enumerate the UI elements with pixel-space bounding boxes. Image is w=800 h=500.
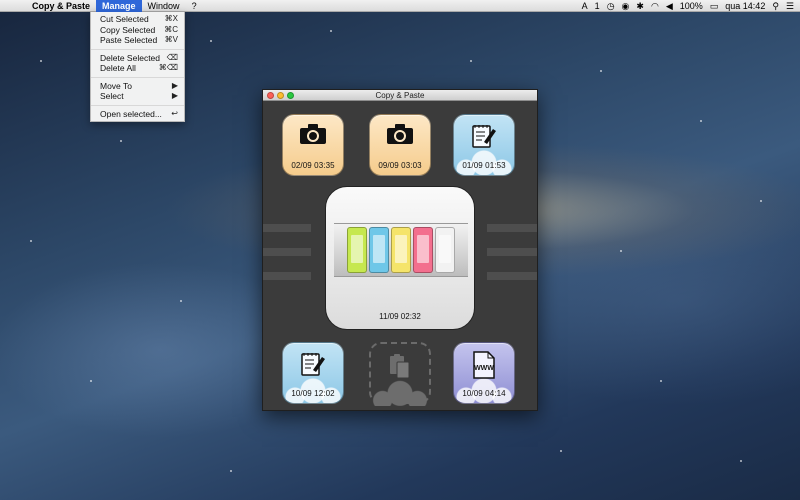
cloud-icon	[454, 145, 514, 175]
clip-timestamp: 09/09 03:03	[378, 161, 422, 170]
clip-tile-note[interactable]: 10/09 12:02	[282, 342, 344, 404]
menu-item-move-to[interactable]: Move To ▶	[91, 81, 184, 92]
right-stripe	[487, 272, 537, 280]
menu-separator	[91, 104, 184, 106]
volume-icon[interactable]: ◀	[666, 0, 673, 12]
www-badge: WWW	[474, 365, 494, 372]
clip-timestamp: 01/09 01:53	[462, 161, 506, 170]
input-source-icon[interactable]: A	[582, 0, 588, 12]
menu-item-delete-all[interactable]: Delete All ⌘⌫	[91, 63, 184, 74]
window-titlebar[interactable]: Copy & Paste	[263, 90, 537, 101]
menu-help[interactable]: ?	[186, 0, 203, 12]
menu-separator	[91, 48, 184, 50]
clipboard-icon	[390, 354, 410, 379]
display-number[interactable]: 1	[595, 0, 600, 12]
manage-menu-dropdown: Cut Selected ⌘X Copy Selected ⌘C Paste Sel…	[90, 12, 185, 122]
left-stripe	[263, 224, 311, 232]
close-button[interactable]	[267, 92, 274, 99]
battery-text[interactable]: 100%	[680, 0, 703, 12]
spotlight-icon[interactable]: ⚲	[772, 0, 779, 12]
window-title: Copy & Paste	[375, 91, 425, 100]
featured-clip-image[interactable]: 11/09 02:32	[325, 186, 475, 330]
clip-tile-photo[interactable]: 02/09 03:35	[282, 114, 344, 176]
note-pencil-icon	[472, 125, 496, 148]
wifi-icon[interactable]: ◠	[651, 0, 659, 12]
menu-item-delete-selected[interactable]: Delete Selected ⌫	[91, 53, 184, 64]
minimize-button[interactable]	[277, 92, 284, 99]
paste-drop-zone[interactable]	[369, 342, 431, 406]
time-machine-icon[interactable]: ◷	[607, 0, 615, 12]
clock[interactable]: qua 14:42	[725, 0, 765, 12]
phone-image	[391, 227, 411, 273]
menu-item-cut-selected[interactable]: Cut Selected ⌘X	[91, 14, 184, 25]
clip-timestamp: 02/09 03:35	[291, 161, 335, 170]
left-stripe	[263, 272, 311, 280]
clip-timestamp: 10/09 04:14	[462, 389, 506, 398]
note-pencil-icon	[301, 353, 325, 376]
zoom-button[interactable]	[287, 92, 294, 99]
clip-tile-note[interactable]: 01/09 01:53	[453, 114, 515, 176]
phone-image	[435, 227, 455, 273]
clip-tile-photo[interactable]: 09/09 03:03	[369, 114, 431, 176]
menu-app-name[interactable]: Copy & Paste	[26, 0, 96, 12]
menu-bar: Copy & Paste Manage Window ? A 1 ◷ ◉ ✱ ◠…	[0, 0, 800, 12]
clip-timestamp: 10/09 12:02	[291, 389, 335, 398]
phone-image	[347, 227, 367, 273]
clip-tile-web[interactable]: WWW 10/09 04:14	[453, 342, 515, 404]
iphone-photo-thumbnail	[334, 223, 468, 277]
menu-window[interactable]: Window	[142, 0, 186, 12]
cloud-icon	[283, 373, 343, 403]
battery-icon[interactable]: ▭	[710, 0, 719, 12]
clip-grid: 02/09 03:35 09/09 03:03 01/09 01:53 11/0…	[263, 102, 537, 410]
cloud-icon	[371, 378, 429, 406]
notification-center-icon[interactable]: ☰	[786, 0, 794, 12]
menu-separator	[91, 76, 184, 78]
bluetooth-icon[interactable]: ✱	[636, 0, 644, 12]
clip-timestamp: 11/09 02:32	[379, 312, 421, 321]
menu-item-copy-selected[interactable]: Copy Selected ⌘C	[91, 25, 184, 36]
phone-image	[413, 227, 433, 273]
camera-icon	[300, 124, 326, 144]
copy-paste-window: Copy & Paste 02/09 03:35 09/09 03:03 01/…	[262, 89, 538, 411]
camera-icon	[387, 124, 413, 144]
right-stripe	[487, 248, 537, 256]
menu-item-open-selected[interactable]: Open selected... ↩	[91, 109, 184, 120]
menu-item-select[interactable]: Select ▶	[91, 91, 184, 102]
eye-icon[interactable]: ◉	[622, 0, 630, 12]
menu-manage[interactable]: Manage	[96, 0, 142, 12]
right-stripe	[487, 224, 537, 232]
phone-image	[369, 227, 389, 273]
menu-item-paste-selected[interactable]: Paste Selected ⌘V	[91, 35, 184, 46]
left-stripe	[263, 248, 311, 256]
